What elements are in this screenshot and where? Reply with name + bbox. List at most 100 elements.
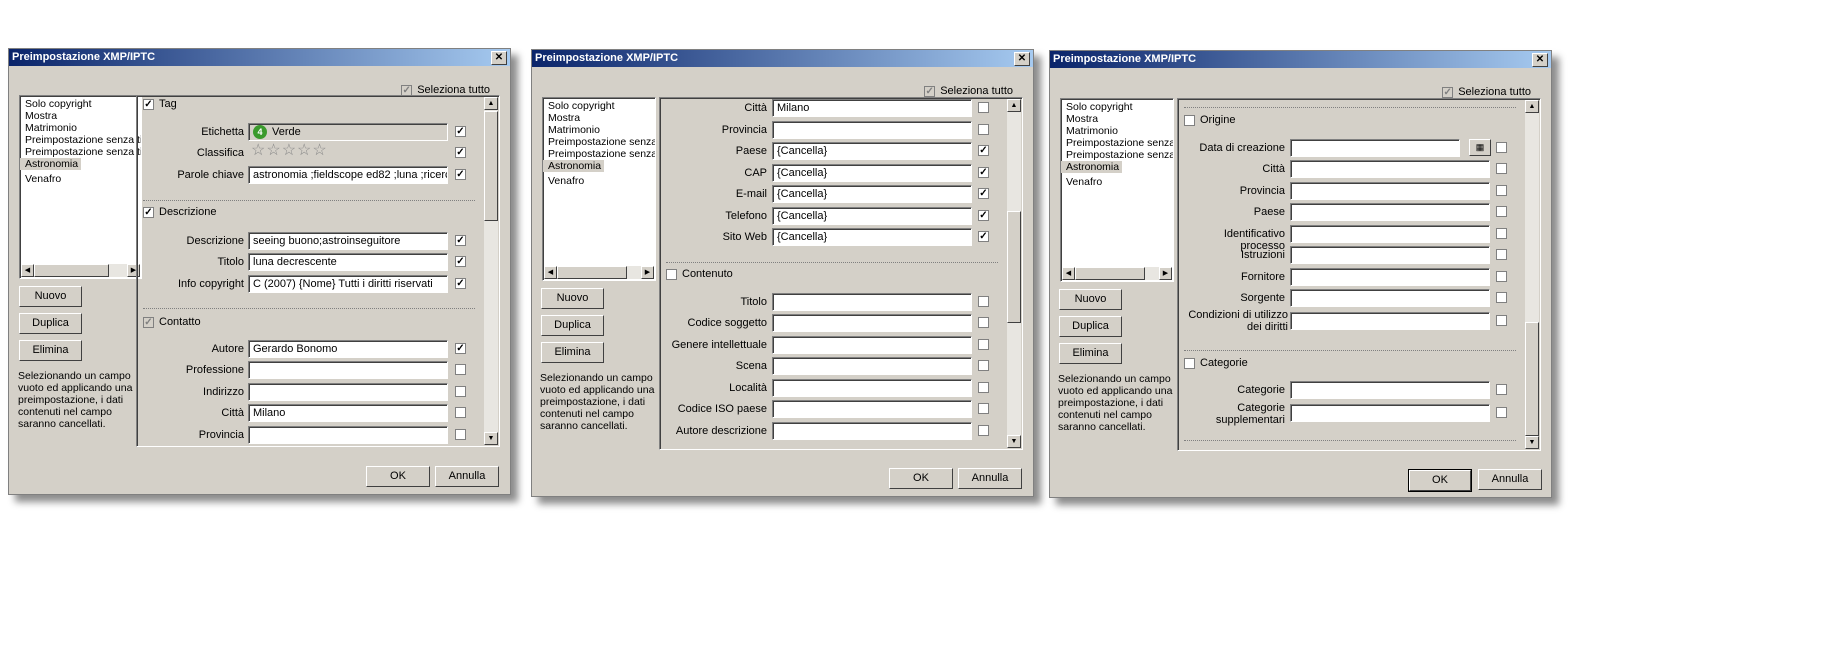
duplicate-button[interactable]: Duplica [1059, 316, 1122, 337]
scene-field[interactable] [772, 357, 972, 375]
supplemental-categories-field[interactable] [1290, 404, 1490, 422]
preset-item[interactable]: Preimpostazione senza tito [543, 148, 655, 160]
website-field[interactable]: {Cancella} [772, 228, 972, 246]
field-checkbox[interactable] [1496, 249, 1507, 260]
scroll-up-icon[interactable]: ▲ [484, 97, 498, 110]
field-checkbox[interactable]: ✓ [455, 256, 466, 267]
description-field[interactable]: seeing buono;astroinseguitore [248, 232, 448, 250]
field-checkbox[interactable]: ✓ [455, 126, 466, 137]
field-checkbox[interactable] [1496, 206, 1507, 217]
author-field[interactable]: Gerardo Bonomo [248, 340, 448, 358]
label-field[interactable]: 4 Verde [248, 123, 448, 141]
select-all-checkbox[interactable]: ✓ Seleziona tutto [924, 85, 1013, 97]
duplicate-button[interactable]: Duplica [541, 315, 604, 336]
creation-date-field[interactable] [1290, 139, 1460, 157]
scroll-up-icon[interactable]: ▲ [1525, 100, 1539, 113]
field-checkbox[interactable] [1496, 271, 1507, 282]
field-checkbox[interactable] [1496, 384, 1507, 395]
scrollbar-thumb[interactable] [557, 266, 627, 279]
preset-horizontal-scrollbar[interactable]: ◀ ▶ [544, 266, 654, 279]
location-field[interactable] [772, 379, 972, 397]
close-icon[interactable]: ✕ [1532, 53, 1548, 67]
section-tag[interactable]: ✓ Tag [143, 98, 177, 110]
preset-horizontal-scrollbar[interactable]: ◀ ▶ [21, 264, 140, 277]
field-checkbox[interactable] [1496, 163, 1507, 174]
scroll-down-icon[interactable]: ▼ [1525, 436, 1539, 449]
select-all-checkbox[interactable]: ✓ Seleziona tutto [1442, 86, 1531, 98]
preset-item[interactable]: Preimpostazione senza tito [543, 136, 655, 148]
phone-field[interactable]: {Cancella} [772, 207, 972, 225]
panel-vertical-scrollbar[interactable]: ▲ ▼ [484, 97, 498, 445]
country-field[interactable]: {Cancella} [772, 142, 972, 160]
email-field[interactable]: {Cancella} [772, 185, 972, 203]
field-checkbox[interactable]: ✓ [978, 210, 989, 221]
scroll-left-icon[interactable]: ◀ [21, 264, 34, 277]
ok-button[interactable]: OK [366, 466, 430, 487]
preset-item[interactable]: Mostra [543, 112, 655, 124]
description-writer-field[interactable] [772, 422, 972, 440]
provider-field[interactable] [1290, 268, 1490, 286]
title-field[interactable] [772, 293, 972, 311]
star-icon[interactable]: ☆ [251, 143, 265, 159]
scroll-up-icon[interactable]: ▲ [1007, 99, 1021, 112]
star-icon[interactable]: ☆ [312, 143, 326, 159]
cancel-button[interactable]: Annulla [958, 468, 1022, 489]
province-field[interactable] [248, 426, 448, 444]
star-icon[interactable]: ☆ [297, 143, 311, 159]
preset-item[interactable]: Mostra [20, 110, 141, 122]
panel-vertical-scrollbar[interactable]: ▲ ▼ [1525, 100, 1539, 449]
section-content[interactable]: Contenuto [666, 268, 733, 280]
field-checkbox[interactable] [1496, 142, 1507, 153]
preset-item[interactable]: Preimpostazione senza tito [20, 146, 141, 158]
preset-item[interactable]: Venafro [1061, 176, 1173, 188]
scroll-right-icon[interactable]: ▶ [641, 266, 654, 279]
preset-item-selected[interactable]: Astronomia [543, 160, 605, 172]
section-description[interactable]: ✓ Descrizione [143, 206, 216, 218]
preset-item[interactable]: Solo copyright [543, 100, 655, 112]
preset-item[interactable]: Mostra [1061, 113, 1173, 125]
cancel-button[interactable]: Annulla [1478, 469, 1542, 490]
keywords-field[interactable]: astronomia ;fieldscope ed82 ;luna ;ricer… [248, 166, 448, 184]
preset-item[interactable]: Preimpostazione senza tito [1061, 149, 1173, 161]
scrollbar-thumb[interactable] [1007, 211, 1021, 323]
preset-list[interactable]: Solo copyright Mostra Matrimonio Preimpo… [542, 97, 656, 281]
scroll-down-icon[interactable]: ▼ [1007, 435, 1021, 448]
iso-country-code-field[interactable] [772, 400, 972, 418]
rating-stars[interactable]: ☆☆☆☆☆ [251, 143, 328, 159]
profession-field[interactable] [248, 361, 448, 379]
preset-item-selected[interactable]: Astronomia [20, 158, 82, 170]
delete-button[interactable]: Elimina [19, 340, 82, 361]
preset-horizontal-scrollbar[interactable]: ◀ ▶ [1062, 267, 1172, 280]
new-button[interactable]: Nuovo [19, 286, 82, 307]
close-icon[interactable]: ✕ [1014, 52, 1030, 66]
field-checkbox[interactable] [455, 364, 466, 375]
preset-item[interactable]: Solo copyright [20, 98, 141, 110]
field-checkbox[interactable] [978, 382, 989, 393]
field-checkbox[interactable] [978, 403, 989, 414]
scroll-left-icon[interactable]: ◀ [544, 266, 557, 279]
field-checkbox[interactable] [1496, 315, 1507, 326]
copyright-field[interactable]: C (2007) {Nome} Tutti i diritti riservat… [248, 275, 448, 293]
source-field[interactable] [1290, 289, 1490, 307]
usage-terms-field[interactable] [1290, 312, 1490, 330]
province-field[interactable] [1290, 182, 1490, 200]
preset-item[interactable]: Matrimonio [1061, 125, 1173, 137]
field-checkbox[interactable]: ✓ [978, 145, 989, 156]
field-checkbox[interactable] [978, 360, 989, 371]
preset-item[interactable]: Venafro [20, 173, 141, 185]
delete-button[interactable]: Elimina [541, 342, 604, 363]
field-checkbox[interactable] [1496, 228, 1507, 239]
field-checkbox[interactable]: ✓ [455, 169, 466, 180]
close-icon[interactable]: ✕ [491, 51, 507, 65]
field-checkbox[interactable]: ✓ [978, 167, 989, 178]
preset-item[interactable]: Matrimonio [543, 124, 655, 136]
scroll-left-icon[interactable]: ◀ [1062, 267, 1075, 280]
scrollbar-thumb[interactable] [1525, 322, 1539, 436]
scroll-right-icon[interactable]: ▶ [1159, 267, 1172, 280]
field-checkbox[interactable] [978, 124, 989, 135]
job-identifier-field[interactable] [1290, 225, 1490, 243]
preset-item[interactable]: Preimpostazione senza tito [1061, 137, 1173, 149]
scrollbar-thumb[interactable] [1075, 267, 1145, 280]
field-checkbox[interactable]: ✓ [978, 188, 989, 199]
province-field[interactable] [772, 121, 972, 139]
